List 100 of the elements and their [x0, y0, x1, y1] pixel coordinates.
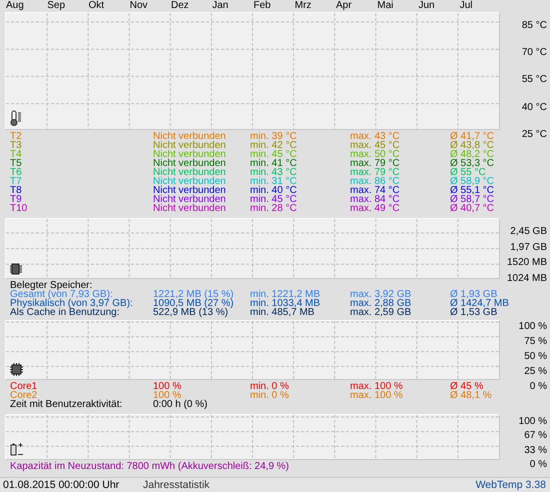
max-value: max. 3,92 GB [350, 290, 412, 299]
month-label: Mai [376, 0, 394, 12]
min-value: min. 42 °C [250, 140, 298, 150]
sensor-name: T7 [10, 176, 23, 186]
month-label: Mrz [294, 0, 312, 12]
axis-label: 0 % [528, 458, 548, 472]
date-time: 01.08.2015 00:00:00 Uhr [3, 479, 120, 491]
sensor-status: Nicht verbunden [153, 132, 227, 141]
axis-label: 85 °C [520, 19, 548, 34]
sensor-name: T4 [10, 150, 23, 159]
month-label: Aug [5, 0, 25, 12]
month-label: Sep [46, 0, 66, 12]
statistics-mode: Jahresstatistik [143, 479, 210, 491]
month-label: Jul [458, 0, 474, 12]
min-value: min. 39 °C [250, 132, 298, 141]
axis-label: 100 % [518, 414, 548, 428]
axis-label: 25 % [523, 364, 548, 379]
max-value: max. 100 % [350, 382, 404, 391]
month-label: Feb [252, 0, 272, 12]
sensor-status: Nicht verbunden [153, 140, 227, 150]
app-version: WebTemp 3.38 [476, 479, 546, 491]
average-value: Ø 1,93 GB [450, 290, 498, 299]
memory-label: Physikalisch (von 3,97 GB): [10, 298, 134, 308]
max-value: max. 2,88 GB [350, 298, 412, 308]
max-value: max. 79 °C [350, 158, 401, 168]
max-value: max. 50 °C [350, 150, 401, 159]
month-label: Nov [128, 0, 149, 12]
average-value: Ø 55,1 °C [450, 186, 494, 195]
min-value: min. 1221,2 MB [250, 290, 322, 299]
activity-value: 0:00 h (0 %) [153, 400, 208, 409]
memory-label: Gesamt (von 7,93 GB): [10, 290, 113, 299]
cpu-chip-icon [10, 362, 23, 376]
memory-heading: Belegter Speicher: [10, 280, 92, 290]
max-value: max. 74 °C [350, 186, 401, 195]
battery-icon [10, 442, 24, 456]
month-label: Jun [418, 0, 436, 12]
min-value: min. 0 % [250, 390, 290, 400]
sensor-status: Nicht verbunden [153, 168, 227, 177]
sensor-name: T3 [10, 140, 23, 150]
sensor-status: Nicht verbunden [153, 204, 227, 213]
axis-label: 70 °C [520, 46, 548, 60]
activity-label: Zeit mit Benutzeraktivität: [10, 400, 124, 409]
min-value: min. 0 % [250, 382, 290, 391]
axis-label: 100 % [518, 320, 548, 334]
sensor-status: Nicht verbunden [153, 176, 227, 186]
current-value: 100 % [153, 390, 182, 400]
min-value: min. 485,7 MB [250, 308, 316, 317]
average-value: Ø 41,7 °C [450, 132, 494, 141]
min-value: min. 40 °C [250, 186, 298, 195]
average-value: Ø 1,53 GB [450, 308, 498, 317]
axis-label: 55 °C [520, 73, 548, 88]
axis-label: 1024 MB [506, 272, 548, 286]
sensor-name: T9 [10, 194, 22, 204]
axis-label: 33 % [523, 444, 548, 458]
max-value: max. 84 °C [350, 194, 401, 204]
current-value: 522,9 MB (13 %) [153, 308, 228, 317]
max-value: max. 49 °C [350, 204, 401, 213]
min-value: min. 43 °C [250, 168, 298, 177]
average-value: Ø 43,8 °C [450, 140, 494, 150]
axis-label: 1,97 GB [509, 240, 548, 255]
month-label: Okt [88, 0, 106, 12]
axis-label: 2,45 GB [509, 225, 548, 240]
sensor-name: T10 [10, 204, 28, 213]
average-value: Ø 48,2 °C [450, 150, 494, 159]
thermometer-icon [10, 110, 24, 126]
min-value: min. 31 °C [250, 176, 298, 186]
sensor-name: T2 [10, 132, 23, 141]
sensor-name: T5 [10, 158, 23, 168]
axis-label: 1520 MB [506, 256, 548, 270]
current-value: 1221,2 MB (15 %) [153, 290, 235, 299]
average-value: Ø 53,3 °C [450, 158, 494, 168]
average-value: Ø 48,1 % [450, 390, 492, 400]
average-value: Ø 55 °C [450, 168, 486, 177]
memory-label: Als Cache in Benutzung: [10, 308, 120, 317]
axis-label: 50 % [523, 350, 548, 364]
average-value: Ø 40,7 °C [450, 204, 494, 213]
battery-capacity: Kapazität im Neuzustand: 7800 mWh (Akkuverschleiß: 24,9 %) [10, 462, 290, 471]
sensor-status: Nicht verbunden [153, 150, 227, 159]
min-value: min. 41 °C [250, 158, 298, 168]
max-value: max. 79 °C [350, 168, 401, 177]
max-value: max. 2,59 GB [350, 308, 412, 317]
axis-label: 25 °C [520, 128, 548, 142]
average-value: Ø 1424,7 MB [450, 298, 509, 308]
axis-label: 75 % [523, 335, 548, 350]
month-label: Dez [170, 0, 190, 12]
sensor-name: T8 [10, 186, 23, 195]
max-value: max. 86 °C [350, 176, 401, 186]
axis-label: 40 °C [520, 100, 548, 115]
max-value: max. 43 °C [350, 132, 401, 141]
axis-label: 67 % [523, 429, 548, 443]
sensor-status: Nicht verbunden [153, 158, 227, 168]
core-name: Core1 [10, 382, 38, 391]
current-value: 1090,5 MB (27 %) [153, 298, 235, 308]
sensor-status: Nicht verbunden [153, 194, 227, 204]
min-value: min. 45 °C [250, 150, 298, 159]
max-value: max. 100 % [350, 390, 404, 400]
sensor-name: T6 [10, 168, 23, 177]
min-value: min. 28 °C [250, 204, 298, 213]
month-label: Apr [335, 0, 353, 12]
current-value: 100 % [153, 382, 182, 391]
